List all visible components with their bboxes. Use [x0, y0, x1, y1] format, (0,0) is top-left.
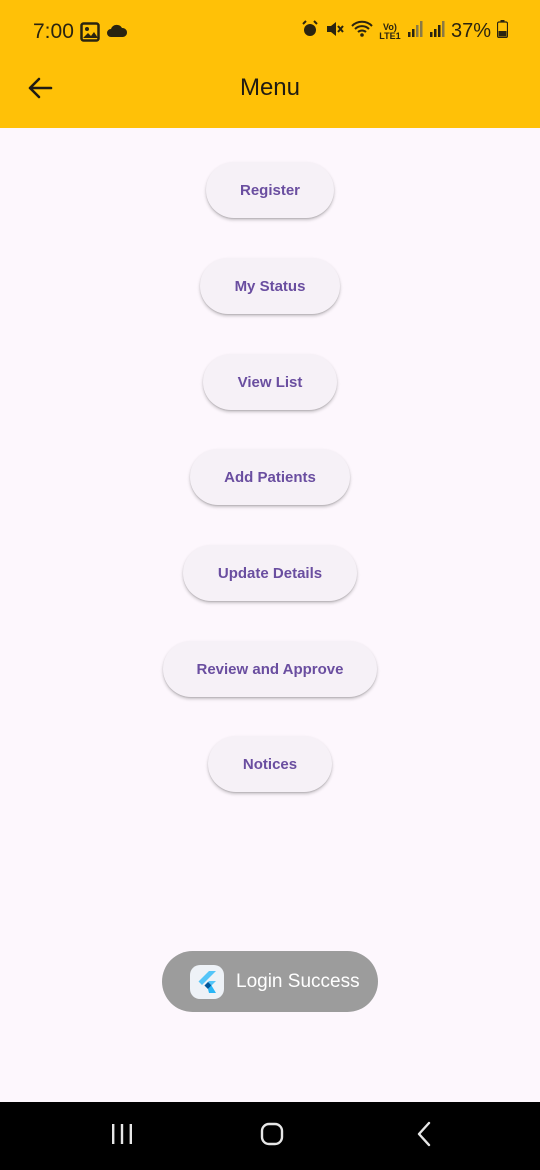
mute-icon: [325, 20, 345, 43]
home-icon: [260, 1122, 284, 1151]
toast: Login Success: [162, 951, 378, 1012]
system-nav-bar: [0, 1102, 540, 1170]
alarm-icon: [301, 20, 319, 43]
status-time: 7:00: [33, 20, 74, 43]
register-button[interactable]: Register: [206, 162, 334, 218]
home-button[interactable]: [252, 1120, 292, 1152]
back-nav-button[interactable]: [404, 1120, 444, 1152]
review-and-approve-button[interactable]: Review and Approve: [163, 641, 377, 697]
page-title: Menu: [239, 74, 301, 101]
notices-button[interactable]: Notices: [208, 736, 332, 792]
status-right: Vo) LTE1 37%: [301, 20, 509, 43]
image-icon: [80, 22, 100, 47]
add-patients-button[interactable]: Add Patients: [190, 449, 350, 505]
battery-percent: 37%: [450, 20, 491, 42]
battery-icon: [496, 20, 509, 43]
signal-icon: [407, 20, 423, 43]
view-list-button[interactable]: View List: [203, 354, 337, 410]
my-status-button[interactable]: My Status: [200, 258, 340, 314]
recent-apps-button[interactable]: [102, 1120, 142, 1152]
back-icon: [416, 1121, 432, 1152]
volte-icon: Vo) LTE1: [379, 21, 401, 41]
app-bar: 7:00 Vo) LTE1 37% Menu: [0, 0, 540, 128]
status-bar: 7:00 Vo) LTE1 37%: [0, 0, 540, 64]
signal-icon: [429, 20, 445, 43]
update-details-button[interactable]: Update Details: [183, 545, 357, 601]
status-left-icons: [80, 22, 128, 47]
cloud-icon: [106, 22, 128, 47]
wifi-call-icon: [351, 20, 373, 43]
recent-apps-icon: [110, 1123, 134, 1150]
flutter-logo-icon: [190, 964, 224, 999]
toast-message: Login Success: [236, 970, 360, 992]
